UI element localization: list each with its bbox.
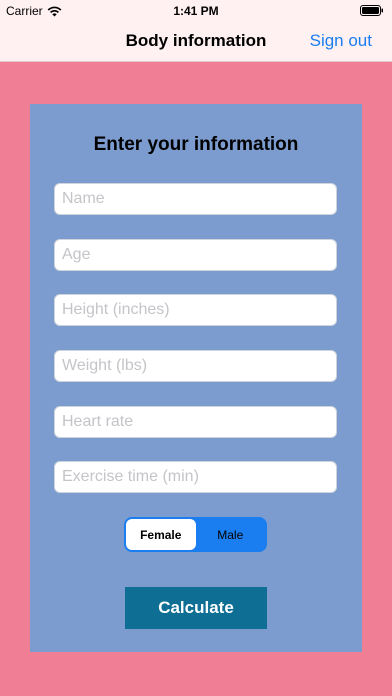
sign-out-button[interactable]: Sign out (310, 31, 372, 51)
battery-icon (360, 5, 383, 16)
status-bar: Carrier 1:41 PM (0, 0, 392, 22)
name-field[interactable] (54, 183, 337, 215)
calculate-button[interactable]: Calculate (125, 587, 267, 629)
height-field[interactable] (54, 294, 337, 326)
exercise-time-field[interactable] (54, 461, 337, 493)
gender-option-male[interactable]: Male (196, 519, 266, 550)
status-time: 1:41 PM (173, 4, 219, 18)
information-form-card: Enter your information Female Male Calcu… (30, 104, 362, 652)
gender-option-female[interactable]: Female (126, 519, 196, 550)
form-title: Enter your information (93, 134, 299, 155)
age-field[interactable] (54, 239, 337, 271)
gender-segmented-control: Female Male (124, 517, 267, 552)
heart-rate-field[interactable] (54, 406, 337, 438)
navigation-bar: Body information Sign out (0, 22, 392, 62)
weight-field[interactable] (54, 350, 337, 382)
